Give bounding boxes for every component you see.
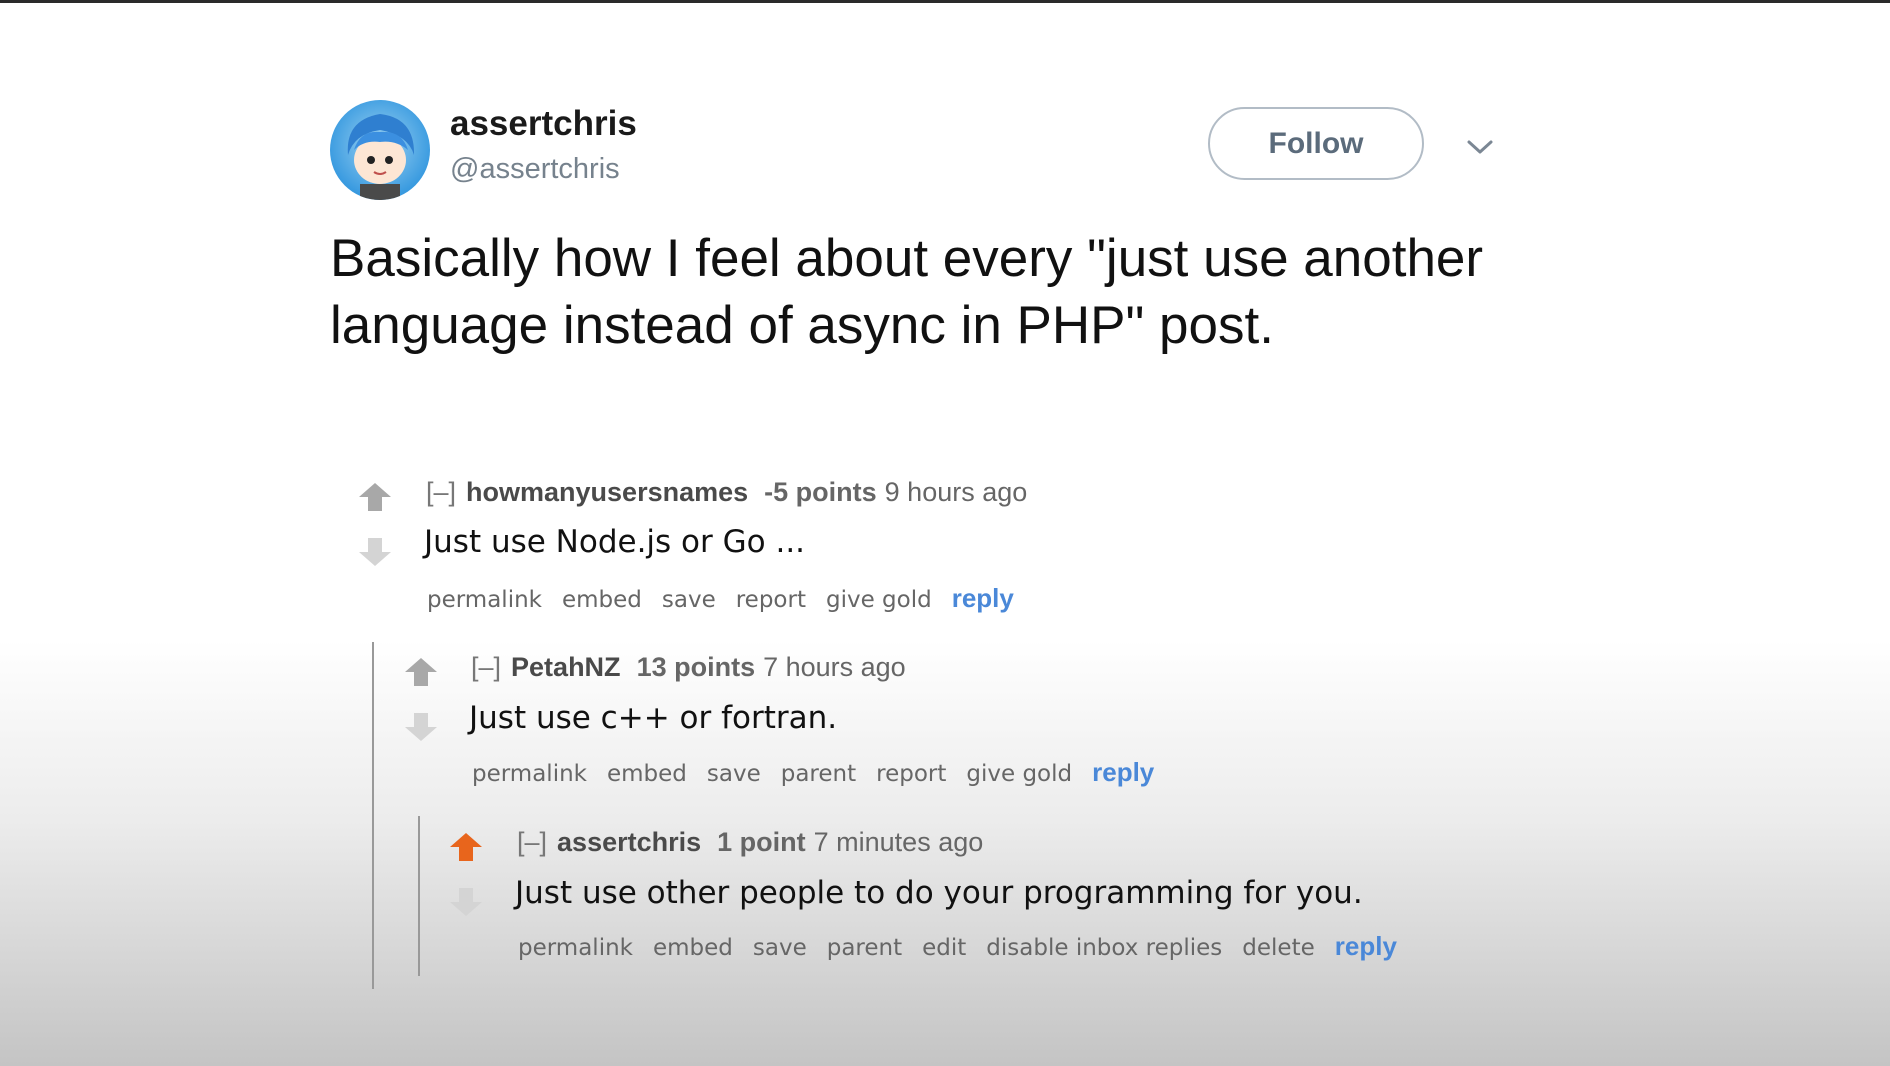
upvote-arrow-icon[interactable] <box>403 656 439 688</box>
thread-line <box>418 816 420 976</box>
upvote-arrow-icon[interactable] <box>448 831 484 863</box>
save-link[interactable]: save <box>753 935 807 961</box>
avatar[interactable] <box>330 100 430 200</box>
comment-time: 7 hours ago <box>763 652 906 682</box>
save-link[interactable]: save <box>662 587 716 613</box>
downvote-arrow-icon[interactable] <box>448 886 484 918</box>
downvote-arrow-icon[interactable] <box>403 711 439 743</box>
chevron-down-icon[interactable] <box>1466 138 1494 156</box>
collapse-toggle[interactable]: [–] <box>517 827 547 857</box>
tweet-text: Basically how I feel about every "just u… <box>330 229 1484 355</box>
top-border <box>0 0 1890 3</box>
user-handle[interactable]: @assertchris <box>450 153 620 186</box>
avatar-illustration <box>347 114 415 200</box>
embed-link[interactable]: embed <box>607 761 687 787</box>
comment-body: Just use c++ or fortran. <box>469 700 838 736</box>
report-link[interactable]: report <box>876 761 946 787</box>
comment-points: 13 points <box>636 652 756 682</box>
comment-body: Just use Node.js or Go ... <box>424 524 806 560</box>
comment-points: 1 point <box>717 827 806 857</box>
reply-link[interactable]: reply <box>1092 757 1154 787</box>
save-link[interactable]: save <box>707 761 761 787</box>
comment-author[interactable]: howmanyusersnames <box>466 477 748 507</box>
delete-link[interactable]: delete <box>1242 935 1314 961</box>
permalink-link[interactable]: permalink <box>518 935 633 961</box>
display-name[interactable]: assertchris <box>450 104 637 144</box>
collapse-toggle[interactable]: [–] <box>471 652 501 682</box>
comment-points: -5 points <box>764 477 877 507</box>
parent-link[interactable]: parent <box>781 761 856 787</box>
downvote-arrow-icon[interactable] <box>357 536 393 568</box>
parent-link[interactable]: parent <box>827 935 902 961</box>
give-gold-link[interactable]: give gold <box>826 587 932 613</box>
embed-link[interactable]: embed <box>562 587 642 613</box>
edit-link[interactable]: edit <box>922 935 966 961</box>
comment-meta: [–] PetahNZ 13 points 7 hours ago <box>471 652 906 683</box>
comment-body: Just use other people to do your program… <box>515 875 1363 911</box>
comment-time: 7 minutes ago <box>813 827 984 857</box>
permalink-link[interactable]: permalink <box>427 587 542 613</box>
collapse-toggle[interactable]: [–] <box>426 477 456 507</box>
give-gold-link[interactable]: give gold <box>966 761 1072 787</box>
comment-meta: [–] assertchris 1 point 7 minutes ago <box>517 827 983 858</box>
follow-button[interactable]: Follow <box>1208 107 1424 180</box>
comment-meta: [–] howmanyusersnames -5 points 9 hours ago <box>426 477 1027 508</box>
permalink-link[interactable]: permalink <box>472 761 587 787</box>
comment-author[interactable]: assertchris <box>557 827 701 857</box>
reply-link[interactable]: reply <box>1335 931 1397 961</box>
comment-actions: permalink embed save parent edit disable inbo… <box>518 931 1417 962</box>
disable-inbox-replies-link[interactable]: disable inbox replies <box>986 935 1222 961</box>
comment-author[interactable]: PetahNZ <box>511 652 621 682</box>
embed-link[interactable]: embed <box>653 935 733 961</box>
comment-actions: permalink embed save report give gold reply <box>427 583 1034 614</box>
report-link[interactable]: report <box>736 587 806 613</box>
upvote-arrow-icon[interactable] <box>357 481 393 513</box>
comment-actions: permalink embed save parent report give gold r… <box>472 757 1174 788</box>
comment-time: 9 hours ago <box>884 477 1028 507</box>
reply-link[interactable]: reply <box>952 583 1014 613</box>
thread-line <box>372 642 374 989</box>
